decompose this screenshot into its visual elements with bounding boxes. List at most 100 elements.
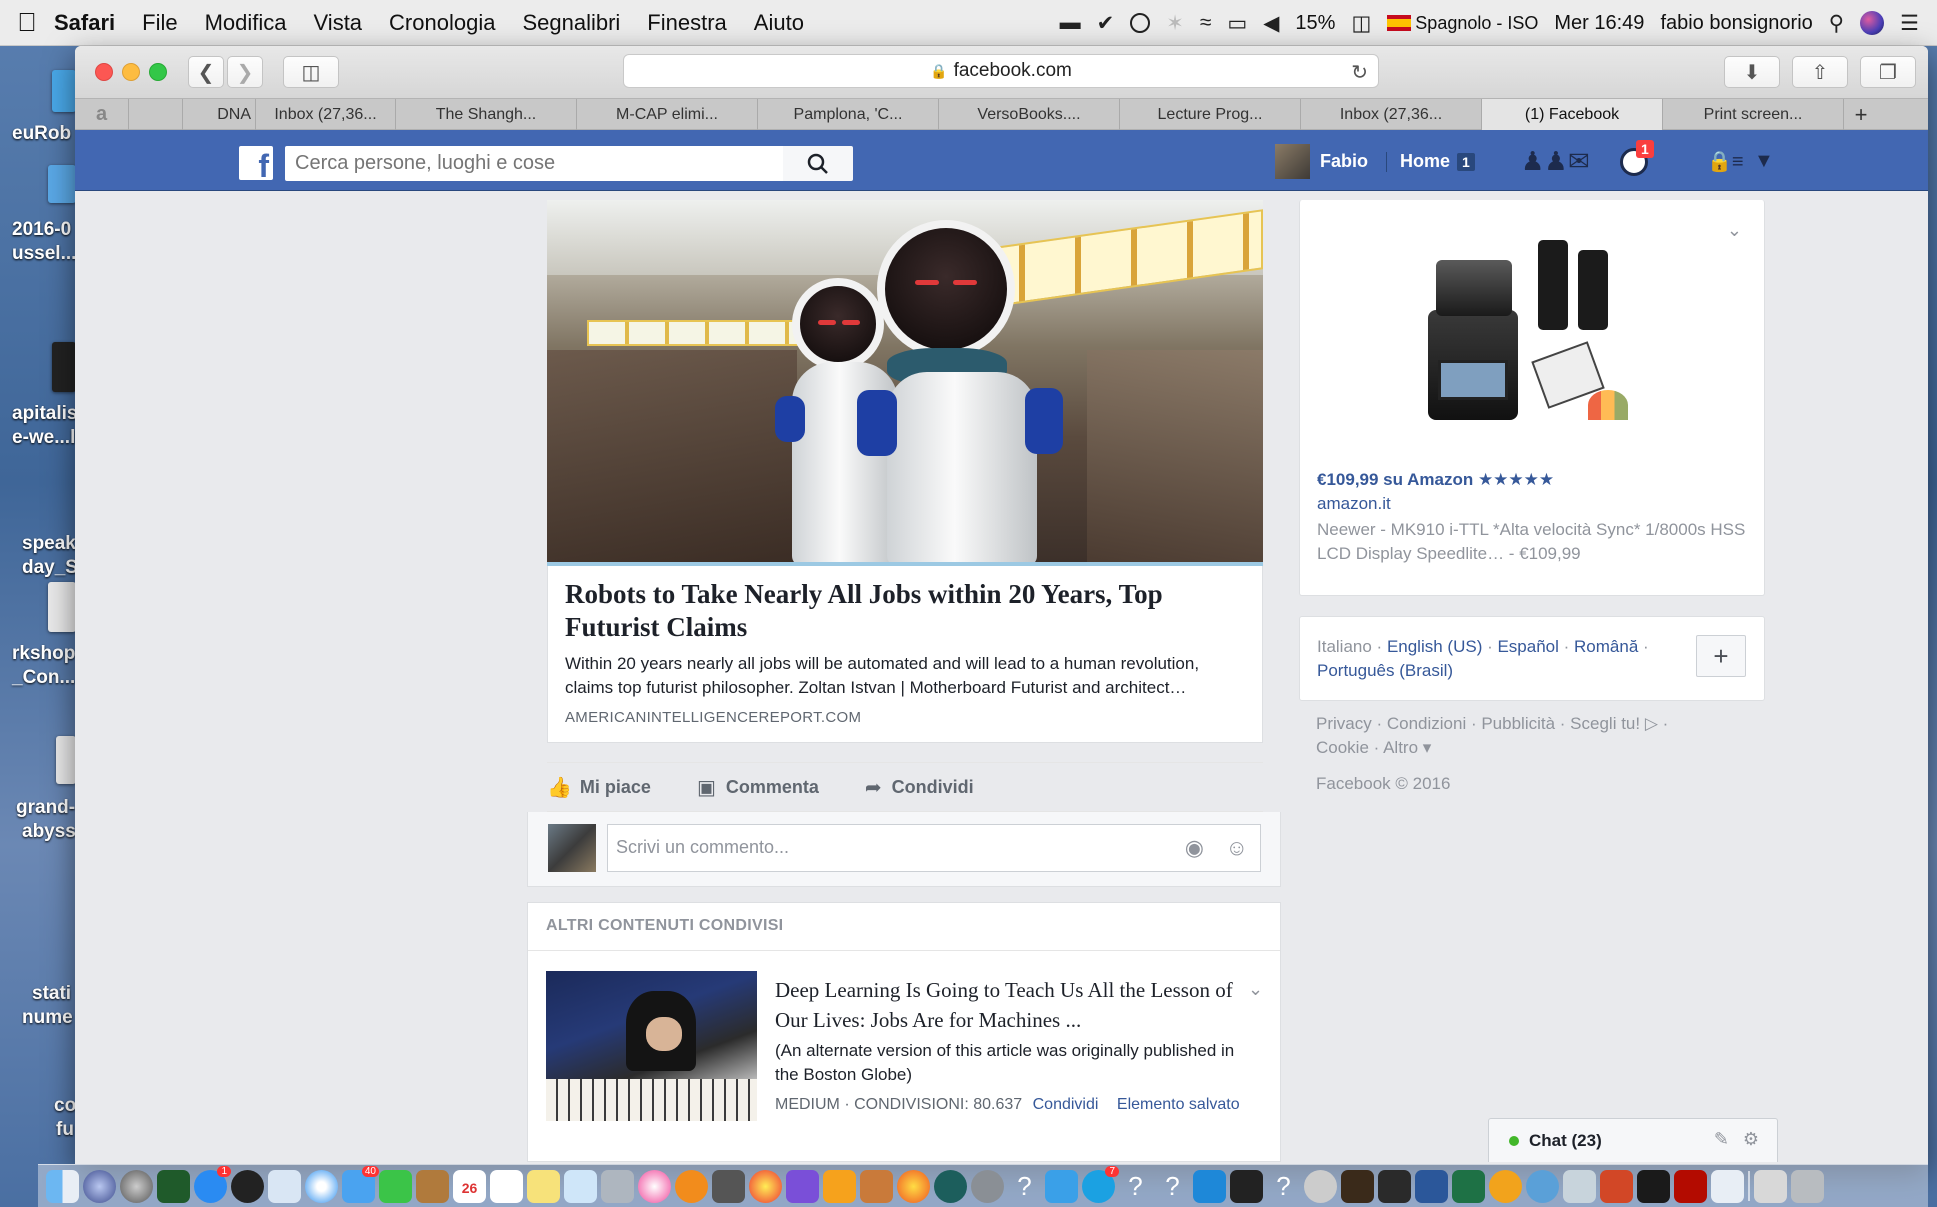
menu-finestra[interactable]: Finestra <box>647 10 726 36</box>
facetime-icon[interactable] <box>379 1169 412 1203</box>
adchoices-icon[interactable]: ▷ <box>1645 714 1658 733</box>
game-center-icon[interactable] <box>749 1169 782 1203</box>
word-icon[interactable] <box>1415 1169 1448 1203</box>
battery-percent[interactable]: 15% <box>1295 12 1335 35</box>
desktop-file-icon[interactable] <box>56 736 76 784</box>
profile-link[interactable]: Fabio <box>1275 144 1368 179</box>
mail-icon[interactable]: 40 <box>342 1165 379 1203</box>
ad-description[interactable]: Neewer - MK910 i-TTL *Alta velocità Sync… <box>1317 518 1747 566</box>
camera-icon[interactable]: ◉ <box>1185 835 1204 861</box>
apple-menu-icon[interactable]:  <box>0 7 54 38</box>
tab-item[interactable]: Print screen... <box>1663 99 1844 130</box>
chat-sidebar-tab[interactable]: Chat (23) ✎ ⚙ <box>1488 1118 1778 1162</box>
desktop-label[interactable]: _Con... <box>12 666 75 690</box>
desktop-label[interactable]: apitalis <box>12 402 77 426</box>
menu-segnalibri[interactable]: Segnalibri <box>522 10 620 36</box>
tab-item[interactable]: Pamplona, 'C... <box>758 99 939 130</box>
minimize-window-button[interactable] <box>122 63 140 81</box>
preview-icon[interactable] <box>268 1169 301 1203</box>
home-link[interactable]: Home 1 <box>1400 144 1475 179</box>
related-share-link[interactable]: Condividi <box>1033 1096 1099 1113</box>
menu-user[interactable]: fabio bonsignorio <box>1660 12 1812 35</box>
desktop-label[interactable]: fu <box>56 1118 74 1142</box>
desktop-label[interactable]: 2016-0 <box>12 218 71 242</box>
footer-link[interactable]: Privacy <box>1316 714 1372 733</box>
launchpad-icon[interactable] <box>120 1169 153 1203</box>
sidebar-toggle-button[interactable]: ◫ <box>283 56 339 88</box>
menu-cronologia[interactable]: Cronologia <box>389 10 495 36</box>
ibooks-icon[interactable] <box>675 1169 708 1203</box>
firefox-icon[interactable] <box>897 1169 930 1203</box>
unknown-app-icon[interactable]: ? <box>1119 1170 1152 1203</box>
excel-icon[interactable] <box>1452 1169 1485 1203</box>
link-preview[interactable]: Robots to Take Nearly All Jobs within 20… <box>547 566 1263 743</box>
desktop-label[interactable]: euRob <box>12 122 71 146</box>
unknown-app-icon[interactable]: ? <box>1008 1170 1041 1203</box>
desktop-label[interactable]: stati <box>32 982 71 1006</box>
desktop-label[interactable]: rkshop <box>12 642 75 666</box>
outlook-icon[interactable] <box>1489 1169 1522 1203</box>
sponsored-ad[interactable]: ⌄ €109,99 su Amazon ★★★★★ amazon.it Neew… <box>1299 200 1765 596</box>
menu-modifica[interactable]: Modifica <box>205 10 287 36</box>
volume-icon[interactable]: ◀ <box>1263 11 1279 36</box>
tab-item[interactable]: The Shangh... <box>396 99 577 130</box>
trash-icon[interactable] <box>1791 1169 1824 1203</box>
account-menu-dropdown-icon[interactable]: ▼ <box>1754 144 1774 179</box>
utility-icon[interactable] <box>1563 1169 1596 1203</box>
language-link[interactable]: English (US) <box>1387 637 1482 656</box>
saved-item-link[interactable]: Elemento salvato <box>1117 1096 1240 1113</box>
avatar[interactable] <box>548 824 596 872</box>
tab-item[interactable]: M-CAP elimi... <box>577 99 758 130</box>
skype-icon[interactable]: 7 <box>1082 1165 1119 1203</box>
back-button[interactable]: ❮ <box>188 56 224 88</box>
menu-aiuto[interactable]: Aiuto <box>754 10 804 36</box>
tab-facebook-active[interactable]: (1) Facebook <box>1482 99 1663 130</box>
close-window-button[interactable] <box>95 63 113 81</box>
desktop-label[interactable]: speak <box>22 532 76 556</box>
notifications-globe-icon[interactable]: 1 <box>1620 140 1654 179</box>
ad-price[interactable]: €109,99 su Amazon ★★★★★ <box>1317 470 1554 490</box>
tab-amazon-pinned[interactable]: a <box>75 99 129 130</box>
footer-link[interactable]: Scegli tu! <box>1570 714 1640 733</box>
time-machine-dock-icon[interactable] <box>934 1169 967 1203</box>
forward-button[interactable]: ❯ <box>227 56 263 88</box>
article-image[interactable] <box>547 200 1263 566</box>
desktop-label[interactable]: nume <box>22 1006 73 1030</box>
chevron-down-icon[interactable]: ⌄ <box>1248 979 1263 1000</box>
facebook-search-input[interactable] <box>285 146 783 181</box>
desktop-file-icon[interactable] <box>52 342 76 392</box>
menu-clock[interactable]: Mer 16:49 <box>1554 12 1644 35</box>
battery-charging-icon[interactable]: ◫ <box>1351 11 1371 36</box>
gear-icon[interactable]: ⚙ <box>1743 1129 1759 1150</box>
share-post-button[interactable]: ➦ Condividi <box>865 775 974 800</box>
spotlight-search-icon[interactable]: ⚲ <box>1829 11 1844 36</box>
ad-product-image[interactable] <box>1428 240 1638 440</box>
contacts-icon[interactable] <box>416 1169 449 1203</box>
new-tab-button[interactable]: + <box>1844 99 1878 130</box>
dashboard-icon[interactable] <box>231 1169 264 1203</box>
tab-item[interactable]: VersoBooks.... <box>939 99 1120 130</box>
comment-input[interactable]: Scrivi un commento... ◉ ☺ <box>607 824 1261 872</box>
language-link[interactable]: Português (Brasil) <box>1317 661 1453 680</box>
powerpoint-icon[interactable] <box>1600 1169 1633 1203</box>
tabs-overview-button[interactable]: ❐ <box>1860 56 1916 88</box>
facebook-search-button[interactable] <box>783 146 853 181</box>
language-link[interactable]: Español <box>1497 637 1558 656</box>
itunes-icon[interactable] <box>638 1169 671 1203</box>
kindle-dock-icon[interactable] <box>1637 1169 1670 1203</box>
keynote-icon[interactable] <box>823 1169 856 1203</box>
siri-icon[interactable] <box>1860 11 1885 35</box>
keynote-document-icon[interactable] <box>1711 1169 1744 1203</box>
desktop-label[interactable]: grand- <box>16 796 75 820</box>
tab-item[interactable]: Inbox (27,36... <box>256 99 396 130</box>
calendar-icon[interactable]: 26 <box>453 1169 486 1203</box>
privacy-shortcuts-icon[interactable]: 🔒≡ <box>1707 144 1744 179</box>
language-link[interactable]: Română <box>1574 637 1638 656</box>
notification-center-icon[interactable]: ☰ <box>1900 11 1919 36</box>
messages-icon[interactable]: ✉ <box>1568 144 1590 179</box>
menu-file[interactable]: File <box>142 10 177 36</box>
network-icon[interactable] <box>1526 1169 1559 1203</box>
emoji-icon[interactable]: ☺ <box>1226 835 1248 861</box>
footer-link[interactable]: Cookie <box>1316 738 1369 757</box>
bluetooth-icon[interactable]: ✶ <box>1166 11 1184 36</box>
